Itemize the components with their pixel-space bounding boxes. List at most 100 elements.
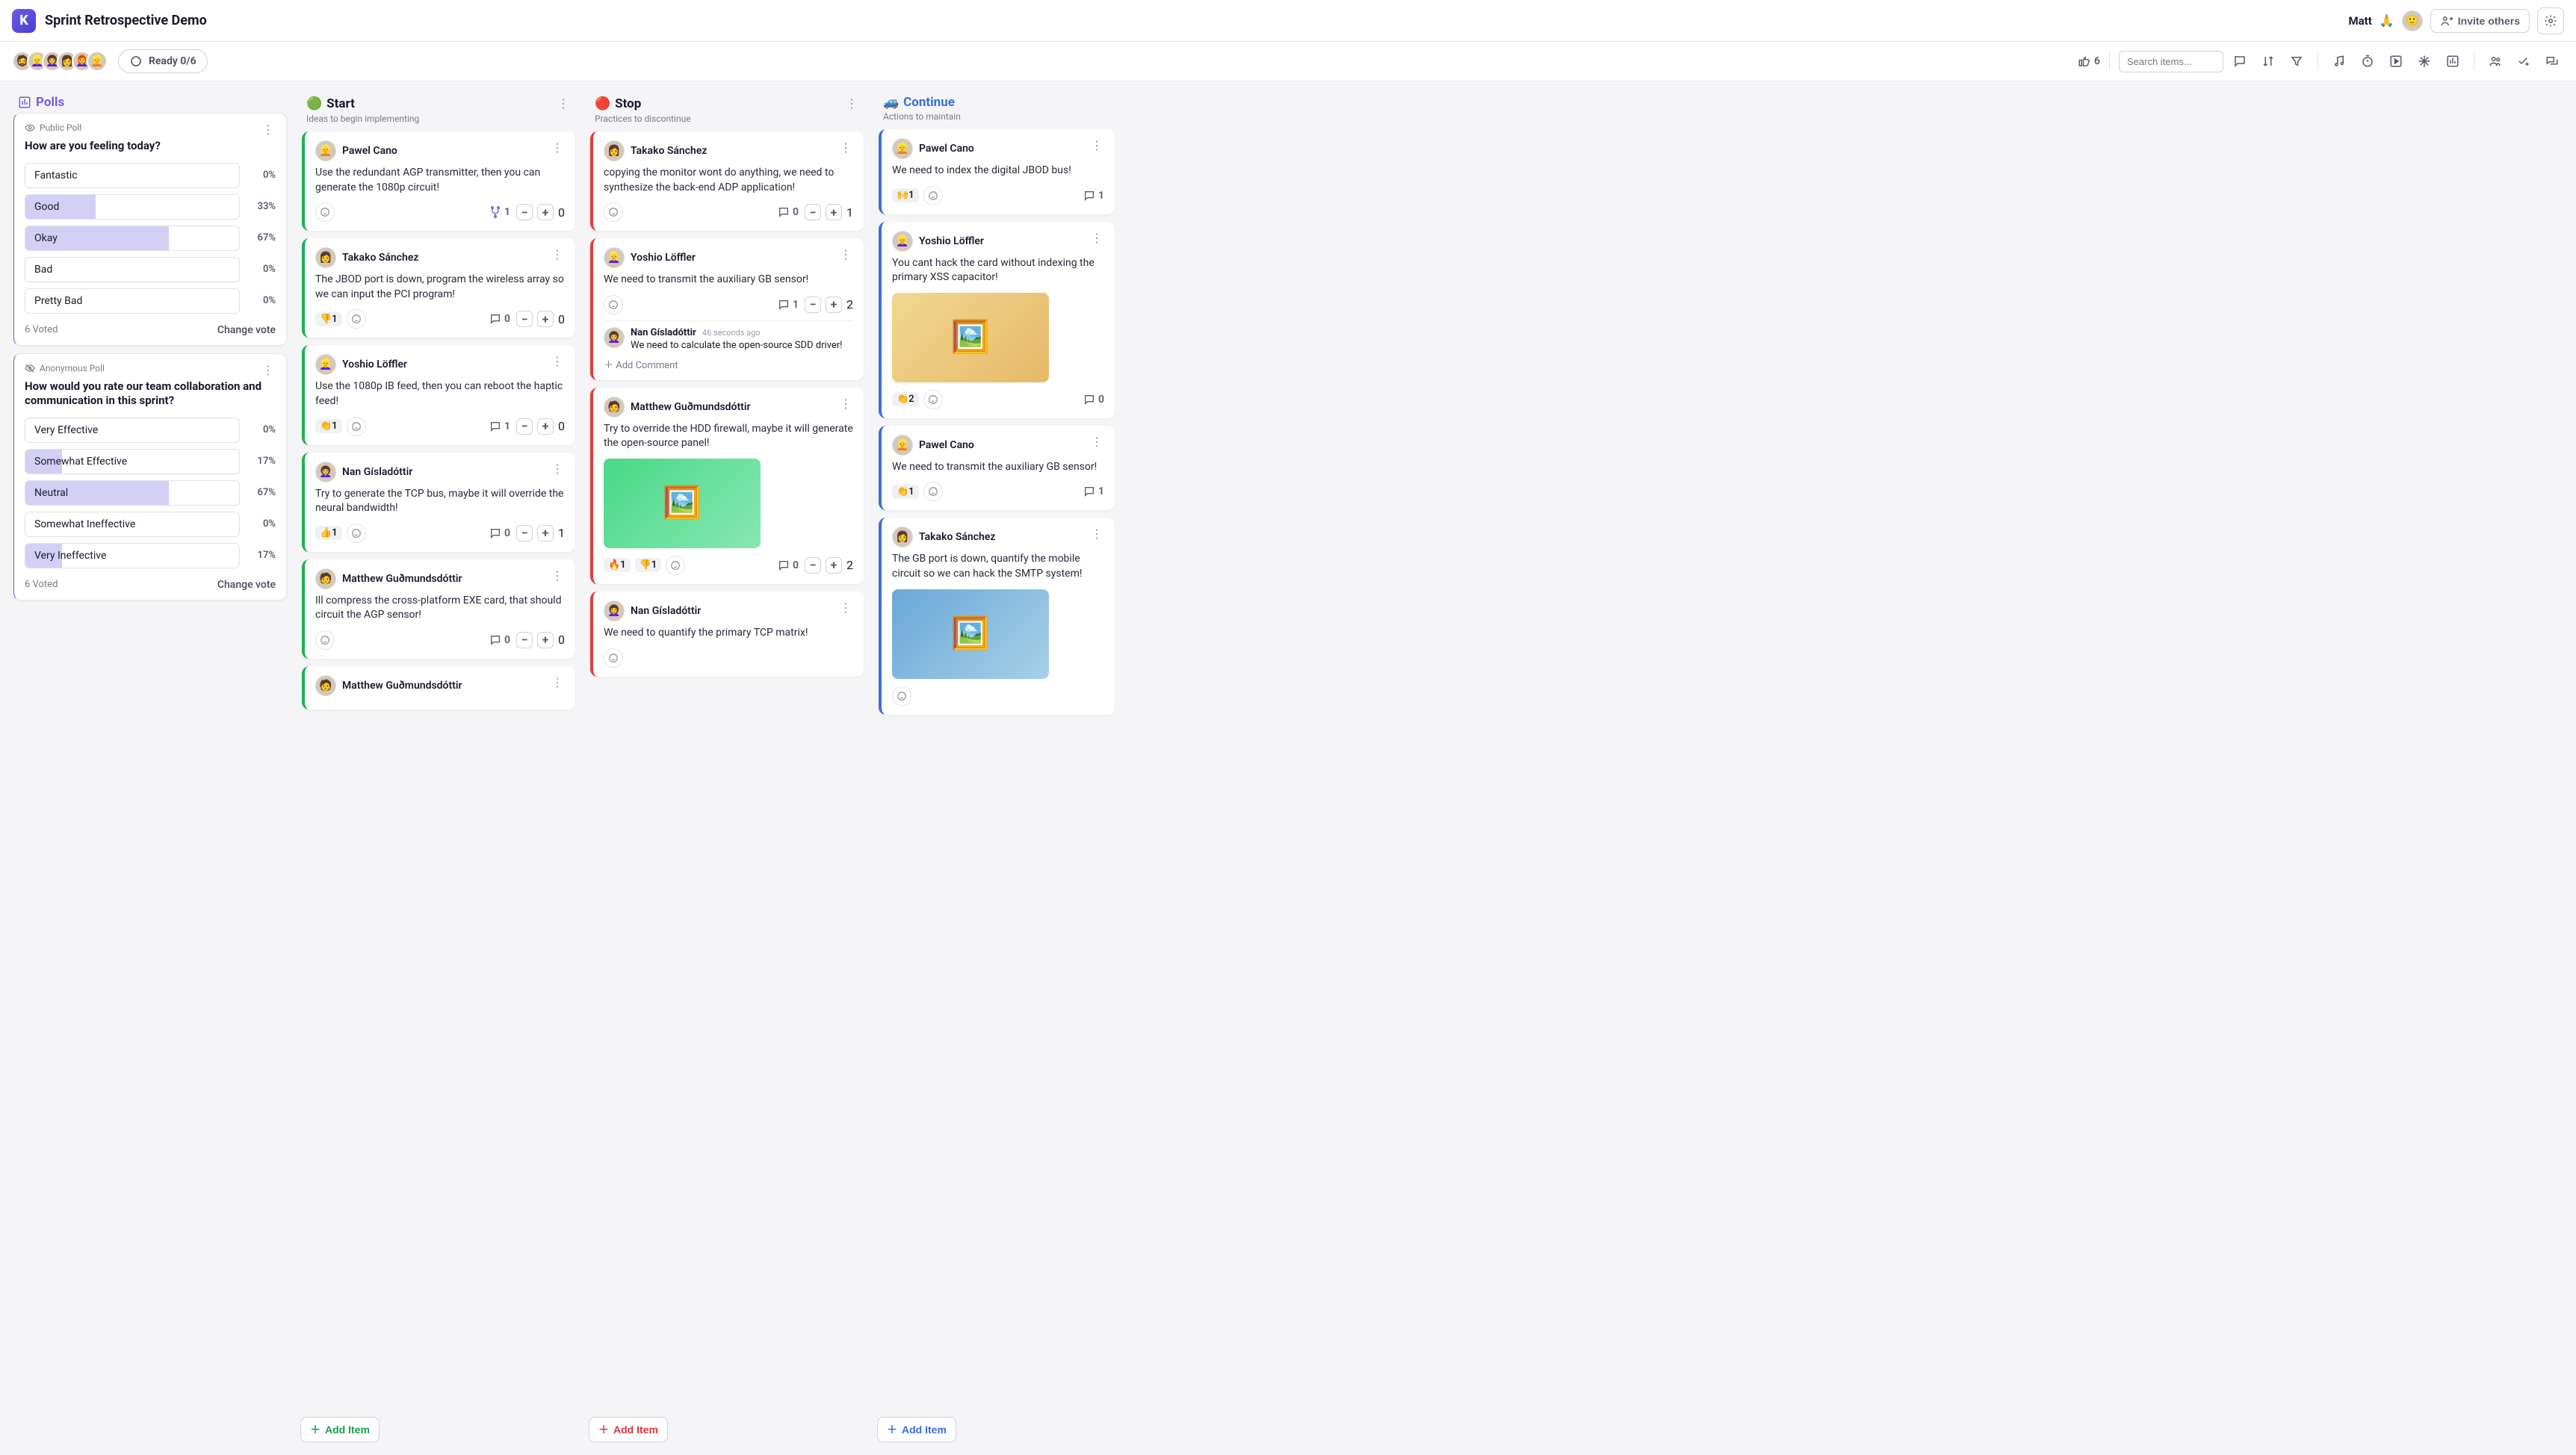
- reaction-chip[interactable]: 👎1: [635, 558, 662, 572]
- add-reaction-button[interactable]: [315, 630, 335, 650]
- reaction-chip[interactable]: 👏1: [315, 419, 342, 433]
- vote-increment[interactable]: +: [537, 525, 554, 542]
- filter-button[interactable]: [2285, 49, 2309, 73]
- vote-decrement[interactable]: −: [516, 525, 533, 542]
- vote-decrement[interactable]: −: [516, 632, 533, 648]
- retro-card[interactable]: ⋮ 👩Takako Sánchez The GB port is down, q…: [879, 518, 1115, 714]
- retro-card[interactable]: ⋮ 👱‍♀️Yoshio Löffler You cant hack the c…: [879, 222, 1115, 418]
- add-comment-button[interactable]: ＋ Add Comment: [604, 357, 853, 371]
- current-user-avatar[interactable]: 🙂: [2402, 10, 2423, 31]
- card-menu[interactable]: ⋮: [547, 246, 568, 263]
- vote-increment[interactable]: +: [537, 418, 554, 435]
- music-button[interactable]: [2327, 49, 2351, 73]
- poll-menu[interactable]: ⋮: [258, 121, 279, 138]
- add-reaction-button[interactable]: [347, 417, 366, 436]
- sort-button[interactable]: [2256, 49, 2280, 73]
- focus-button[interactable]: [2412, 49, 2436, 73]
- comment-count[interactable]: 0: [1083, 394, 1104, 406]
- change-vote-link[interactable]: Change vote: [217, 324, 276, 336]
- card-menu[interactable]: ⋮: [547, 674, 568, 691]
- reaction-chip[interactable]: 👏2: [892, 392, 919, 406]
- add-item-start[interactable]: ＋ Add Item: [300, 1417, 380, 1442]
- poll-option[interactable]: Neutral: [25, 480, 240, 506]
- card-menu[interactable]: ⋮: [1086, 229, 1107, 246]
- comment-count[interactable]: 1: [489, 206, 510, 218]
- poll-option[interactable]: Fantastic: [25, 163, 240, 188]
- app-logo[interactable]: K: [12, 9, 36, 33]
- poll-option[interactable]: Okay: [25, 226, 240, 251]
- comment-count[interactable]: 0: [489, 313, 510, 325]
- add-action-button[interactable]: [2512, 49, 2536, 73]
- vote-increment[interactable]: +: [826, 297, 842, 313]
- add-reaction-button[interactable]: [923, 390, 943, 409]
- chat-button[interactable]: [2540, 49, 2564, 73]
- add-reaction-button[interactable]: [604, 295, 623, 314]
- vote-increment[interactable]: +: [537, 311, 554, 327]
- comment-count[interactable]: 0: [778, 559, 799, 571]
- add-item-stop[interactable]: ＋ Add Item: [589, 1417, 668, 1442]
- vote-increment[interactable]: +: [826, 557, 842, 574]
- poll-option[interactable]: Very Effective: [25, 418, 240, 443]
- participant-avatars[interactable]: 🧔 👱‍♀️ 👩‍🦱 👩 👩‍🦰 👱: [12, 51, 108, 72]
- reaction-chip[interactable]: 👏1: [892, 485, 919, 499]
- change-vote-link[interactable]: Change vote: [217, 579, 276, 591]
- retro-card[interactable]: ⋮ 👩‍🦱Nan Gísladóttir Try to generate the…: [302, 453, 575, 552]
- settings-button[interactable]: [2537, 7, 2564, 34]
- vote-decrement[interactable]: −: [516, 204, 533, 220]
- add-reaction-button[interactable]: [315, 202, 335, 222]
- retro-card[interactable]: ⋮ 🧑Matthew Guðmundsdóttir Ill compress t…: [302, 559, 575, 659]
- comments-toggle[interactable]: [2228, 49, 2252, 73]
- card-menu[interactable]: ⋮: [1086, 525, 1107, 542]
- retro-card[interactable]: ⋮ 👱Pawel Cano Use the redundant AGP tran…: [302, 131, 575, 231]
- comment-count[interactable]: 0: [489, 634, 510, 646]
- add-item-continue[interactable]: ＋ Add Item: [877, 1417, 956, 1442]
- poll-option[interactable]: Bad: [25, 257, 240, 282]
- poll-option[interactable]: Good: [25, 194, 240, 220]
- retro-card[interactable]: ⋮ 👱‍♀️Yoshio Löffler We need to transmit…: [590, 238, 864, 380]
- column-menu[interactable]: ⋮: [841, 95, 862, 112]
- vote-decrement[interactable]: −: [805, 204, 821, 220]
- comment-count[interactable]: 1: [1083, 190, 1104, 202]
- poll-option[interactable]: Somewhat Effective: [25, 449, 240, 474]
- poll-option[interactable]: Very Ineffective: [25, 543, 240, 568]
- invite-others-button[interactable]: Invite others: [2430, 9, 2530, 33]
- reaction-chip[interactable]: 🙌1: [892, 188, 919, 202]
- add-reaction-button[interactable]: [347, 524, 366, 543]
- poll-menu[interactable]: ⋮: [258, 362, 279, 379]
- ready-status-button[interactable]: Ready 0/6: [118, 49, 208, 73]
- vote-increment[interactable]: +: [537, 632, 554, 648]
- retro-card[interactable]: ⋮ 👩Takako Sánchez The JBOD port is down,…: [302, 238, 575, 338]
- vote-increment[interactable]: +: [537, 204, 554, 220]
- timer-button[interactable]: [2356, 49, 2380, 73]
- comment-count[interactable]: 1: [778, 299, 799, 311]
- card-menu[interactable]: ⋮: [835, 139, 856, 156]
- reaction-chip[interactable]: 🔥1: [604, 558, 631, 572]
- card-menu[interactable]: ⋮: [547, 567, 568, 584]
- retro-card[interactable]: ⋮ 👱‍♀️Yoshio Löffler Use the 1080p IB fe…: [302, 345, 575, 444]
- poll-option[interactable]: Pretty Bad: [25, 288, 240, 314]
- add-reaction-button[interactable]: [923, 186, 943, 205]
- comment-count[interactable]: 0: [778, 206, 799, 218]
- card-menu[interactable]: ⋮: [547, 139, 568, 156]
- card-menu[interactable]: ⋮: [835, 246, 856, 263]
- retro-card[interactable]: ⋮ 🧑Matthew Guðmundsdóttir Try to overrid…: [590, 388, 864, 584]
- reaction-chip[interactable]: 👎1: [315, 312, 342, 326]
- add-reaction-button[interactable]: [604, 202, 623, 222]
- vote-increment[interactable]: +: [826, 204, 842, 220]
- card-menu[interactable]: ⋮: [835, 599, 856, 616]
- card-menu[interactable]: ⋮: [547, 460, 568, 477]
- votes-remaining[interactable]: 6: [2078, 55, 2100, 68]
- card-menu[interactable]: ⋮: [1086, 137, 1107, 154]
- retro-card[interactable]: ⋮ 👱Pawel Cano We need to transmit the au…: [879, 426, 1115, 511]
- retro-card[interactable]: ⋮ 👩Takako Sánchez copying the monitor wo…: [590, 131, 864, 231]
- play-button[interactable]: [2384, 49, 2408, 73]
- people-button[interactable]: [2483, 49, 2507, 73]
- card-menu[interactable]: ⋮: [1086, 433, 1107, 450]
- retro-card[interactable]: ⋮ 👩‍🦱Nan Gísladóttir We need to quantify…: [590, 592, 864, 677]
- comment-count[interactable]: 1: [489, 421, 510, 432]
- reports-button[interactable]: [2441, 49, 2465, 73]
- search-input[interactable]: [2119, 51, 2223, 72]
- add-reaction-button[interactable]: [604, 648, 623, 668]
- vote-decrement[interactable]: −: [805, 297, 821, 313]
- comment-count[interactable]: 1: [1083, 485, 1104, 497]
